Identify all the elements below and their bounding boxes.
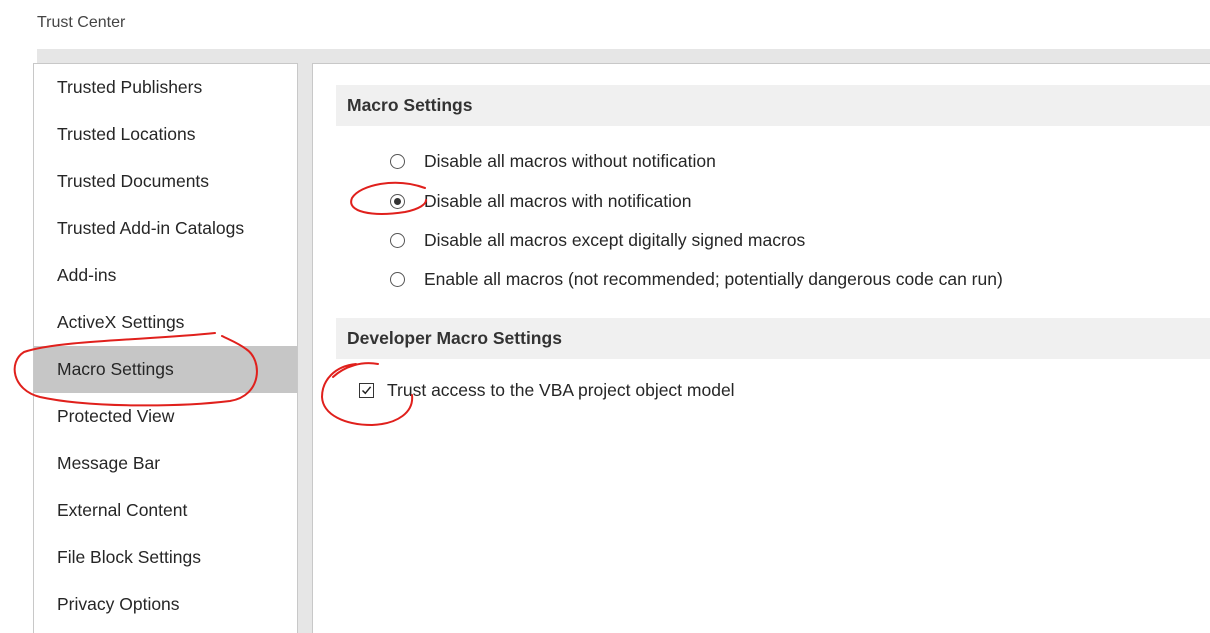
- trust-vba-label: Trust access to the VBA project object m…: [387, 379, 735, 400]
- sidebar-item-external-content[interactable]: External Content: [34, 487, 297, 534]
- option-label: Disable all macros with notification: [424, 190, 692, 211]
- radio-button[interactable]: [390, 153, 405, 169]
- window-title: Trust Center: [37, 14, 126, 31]
- sidebar-item-macro-settings[interactable]: Macro Settings: [34, 346, 297, 393]
- macro-settings-panel: Macro Settings Disable all macros withou…: [312, 63, 1210, 633]
- macro-settings-header: Macro Settings: [336, 85, 1210, 126]
- sidebar: Trusted Publishers Trusted Locations Tru…: [33, 63, 298, 633]
- panel-gutter: [298, 63, 312, 633]
- option-label: Disable all macros without notification: [424, 150, 716, 171]
- developer-macro-settings-header: Developer Macro Settings: [336, 318, 1210, 359]
- radio-button[interactable]: [390, 232, 405, 248]
- sidebar-item-message-bar[interactable]: Message Bar: [34, 440, 297, 487]
- checkmark-icon: [361, 385, 372, 394]
- option-enable-all-macros[interactable]: Enable all macros (not recommended; pote…: [390, 266, 1003, 292]
- sidebar-item-trusted-locations[interactable]: Trusted Locations: [34, 111, 297, 158]
- sidebar-item-protected-view[interactable]: Protected View: [34, 393, 297, 440]
- option-label: Enable all macros (not recommended; pote…: [424, 268, 1003, 289]
- trust-vba-access-option[interactable]: Trust access to the VBA project object m…: [359, 377, 735, 403]
- radio-button[interactable]: [390, 271, 405, 287]
- sidebar-item-trusted-documents[interactable]: Trusted Documents: [34, 158, 297, 205]
- option-label: Disable all macros except digitally sign…: [424, 229, 806, 250]
- sidebar-item-privacy-options[interactable]: Privacy Options: [34, 581, 297, 628]
- option-disable-with-notification[interactable]: Disable all macros with notification: [390, 188, 691, 214]
- radio-button-selected[interactable]: [390, 193, 405, 209]
- trust-vba-checkbox[interactable]: [359, 382, 374, 398]
- sidebar-item-trusted-add-in-catalogs[interactable]: Trusted Add-in Catalogs: [34, 205, 297, 252]
- sidebar-item-activex-settings[interactable]: ActiveX Settings: [34, 299, 297, 346]
- sidebar-item-file-block-settings[interactable]: File Block Settings: [34, 534, 297, 581]
- option-disable-without-notification[interactable]: Disable all macros without notification: [390, 148, 716, 174]
- trust-center-window: Trust Center Trusted Publishers Trusted …: [0, 0, 1210, 633]
- sidebar-item-add-ins[interactable]: Add-ins: [34, 252, 297, 299]
- option-disable-except-signed[interactable]: Disable all macros except digitally sign…: [390, 227, 805, 253]
- sidebar-item-trusted-publishers[interactable]: Trusted Publishers: [34, 64, 297, 111]
- top-band: [37, 49, 1210, 63]
